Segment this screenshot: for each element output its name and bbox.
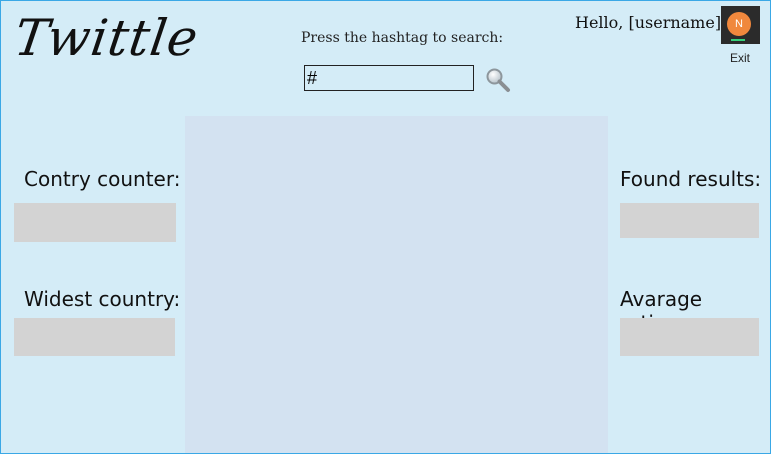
app-logo: Twittle — [10, 9, 203, 67]
search-prompt: Press the hashtag to search: — [301, 30, 504, 46]
found-results-label: Found results: — [620, 167, 762, 191]
country-counter-value — [14, 203, 176, 242]
results-feed — [185, 116, 608, 453]
search-button[interactable] — [485, 67, 511, 93]
user-greeting: Hello, [username] — [575, 13, 722, 32]
average-rating-value — [620, 318, 759, 356]
hashtag-search-input[interactable] — [304, 65, 474, 91]
country-counter-label: Contry counter: — [24, 167, 181, 191]
widest-country-value — [14, 318, 175, 356]
exit-link[interactable]: Exit — [730, 51, 750, 65]
found-results-value — [620, 203, 759, 238]
user-avatar-button[interactable]: N — [721, 6, 760, 44]
user-avatar-icon: N — [727, 12, 751, 36]
widest-country-label: Widest country: — [24, 287, 181, 311]
app-frame: Twittle Press the hashtag to search: Hel… — [0, 0, 771, 454]
status-indicator — [731, 39, 745, 41]
magnifier-icon — [486, 68, 510, 92]
